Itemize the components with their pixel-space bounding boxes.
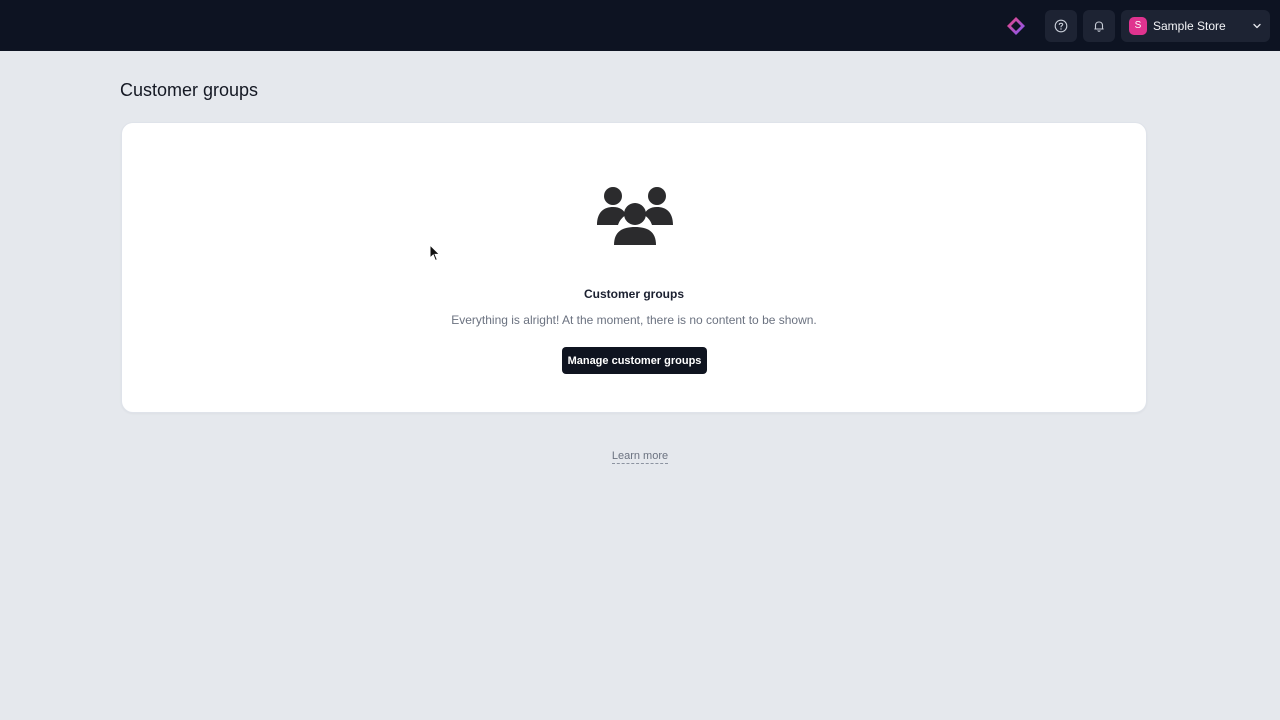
learn-more-link[interactable]: Learn more	[611, 450, 669, 464]
help-button[interactable]	[1045, 9, 1077, 42]
learn-more-container: Learn more	[0, 446, 1280, 464]
top-bar-actions: S Sample Store	[1005, 9, 1270, 42]
store-avatar: S	[1129, 16, 1147, 35]
app-logo-icon[interactable]	[1005, 15, 1027, 37]
empty-state-card: Customer groups Everything is alright! A…	[121, 122, 1147, 413]
empty-state-title: Customer groups	[583, 287, 684, 301]
mouse-cursor-icon	[429, 244, 441, 262]
manage-customer-groups-button[interactable]: Manage customer groups	[562, 347, 707, 374]
store-switcher[interactable]: S Sample Store	[1121, 9, 1270, 42]
bell-icon	[1094, 20, 1104, 32]
store-name: Sample Store	[1153, 18, 1226, 33]
page-title: Customer groups	[120, 80, 259, 100]
users-group-icon	[597, 185, 673, 247]
chevron-down-icon	[1252, 21, 1262, 31]
top-bar: S Sample Store	[0, 0, 1280, 51]
help-circle-icon	[1054, 19, 1068, 32]
notifications-button[interactable]	[1083, 9, 1115, 42]
empty-state-description: Everything is alright! At the moment, th…	[451, 313, 817, 327]
